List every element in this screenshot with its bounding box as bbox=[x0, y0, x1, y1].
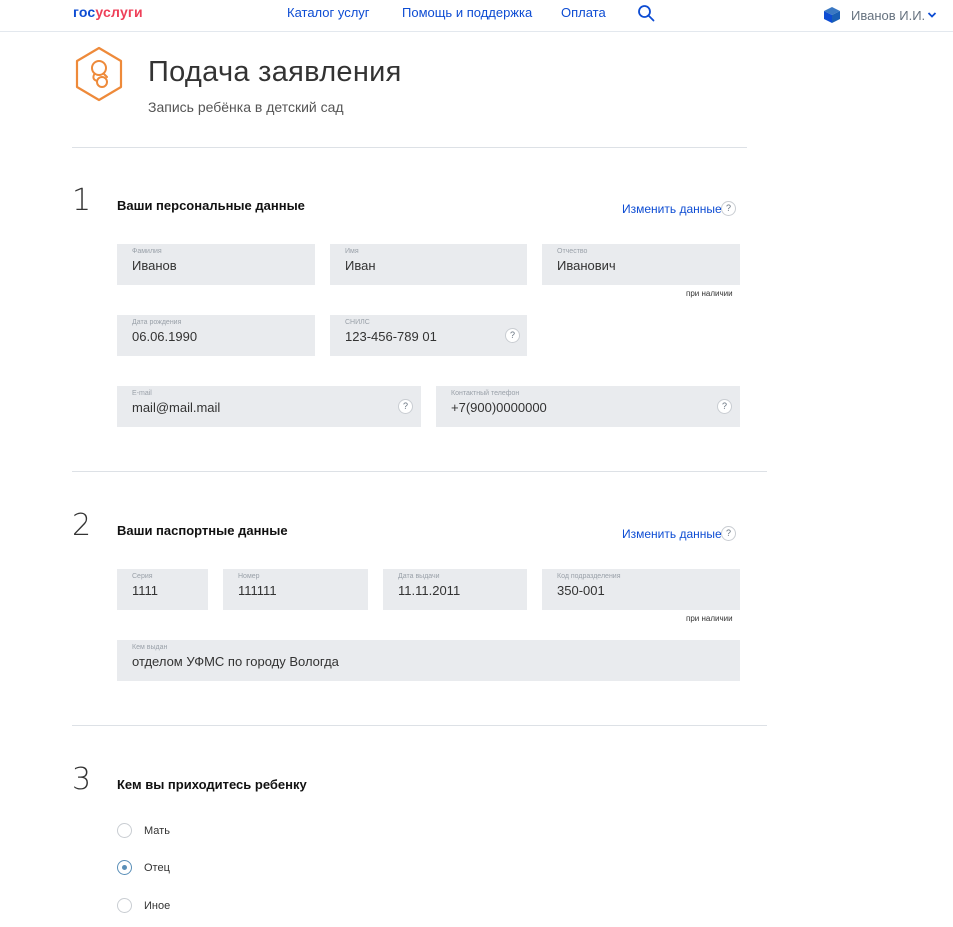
title-divider bbox=[72, 147, 747, 148]
patronymic-label: Отчество bbox=[557, 248, 588, 255]
logo-part-gos: гос bbox=[73, 4, 96, 20]
radio-option-mother[interactable]: Мать bbox=[117, 823, 170, 838]
patronymic-field[interactable]: Отчество Иванович bbox=[542, 244, 740, 285]
page-title: Подача заявления bbox=[148, 56, 402, 88]
radio-other-label: Иное bbox=[144, 899, 171, 912]
issued-by-field[interactable]: Кем выдан отделом УФМС по городу Вологда bbox=[117, 640, 740, 681]
radio-option-father[interactable]: Отец bbox=[117, 860, 170, 875]
last-name-label: Фамилия bbox=[132, 248, 162, 255]
radio-father[interactable] bbox=[117, 860, 132, 875]
snils-label: СНИЛС bbox=[345, 319, 370, 326]
issue-date-label: Дата выдачи bbox=[398, 573, 440, 580]
nav-catalog-link[interactable]: Каталог услуг bbox=[287, 5, 370, 20]
section-1-title: Ваши персональные данные bbox=[117, 198, 305, 213]
issue-date-field[interactable]: Дата выдачи 11.11.2011 bbox=[383, 569, 527, 610]
dept-code-value: 350-001 bbox=[557, 583, 605, 598]
passport-number-value: 111111 bbox=[238, 583, 277, 598]
email-help-icon[interactable]: ? bbox=[398, 399, 413, 414]
phone-help-icon[interactable]: ? bbox=[717, 399, 732, 414]
section-2-number: 2 bbox=[72, 508, 92, 543]
radio-option-other[interactable]: Иное bbox=[117, 898, 170, 913]
section-1-change-link[interactable]: Изменить данные bbox=[622, 202, 722, 216]
user-menu[interactable]: Иванов И.И. bbox=[823, 5, 937, 25]
birth-date-field[interactable]: Дата рождения 06.06.1990 bbox=[117, 315, 315, 356]
email-label: E-mail bbox=[132, 390, 152, 397]
birth-date-label: Дата рождения bbox=[132, 319, 182, 326]
phone-field[interactable]: Контактный телефон +7(900)0000000 ? bbox=[436, 386, 740, 427]
email-value: mail@mail.mail bbox=[132, 400, 221, 415]
issue-date-value: 11.11.2011 bbox=[398, 583, 461, 598]
passport-number-field[interactable]: Номер 111111 bbox=[223, 569, 368, 610]
last-name-field[interactable]: Фамилия Иванов bbox=[117, 244, 315, 285]
child-pacifier-icon bbox=[75, 46, 123, 102]
page-subtitle: Запись ребёнка в детский сад bbox=[148, 99, 344, 115]
radio-mother-label: Мать bbox=[144, 824, 170, 837]
section-2-change-link[interactable]: Изменить данные bbox=[622, 527, 722, 541]
phone-label: Контактный телефон bbox=[451, 390, 520, 397]
radio-mother[interactable] bbox=[117, 823, 132, 838]
patronymic-note: при наличии bbox=[686, 289, 733, 298]
passport-series-value: 1111 bbox=[132, 583, 159, 598]
issued-by-label: Кем выдан bbox=[132, 644, 168, 651]
dept-code-label: Код подразделения bbox=[557, 573, 621, 580]
section-2-help-icon[interactable]: ? bbox=[721, 526, 736, 541]
passport-series-label: Серия bbox=[132, 573, 153, 580]
first-name-value: Иван bbox=[345, 258, 376, 273]
snils-help-icon[interactable]: ? bbox=[505, 328, 520, 343]
email-field[interactable]: E-mail mail@mail.mail ? bbox=[117, 386, 421, 427]
section-1-help-icon[interactable]: ? bbox=[721, 201, 736, 216]
nav-payment-link[interactable]: Оплата bbox=[561, 5, 606, 20]
phone-value: +7(900)0000000 bbox=[451, 400, 547, 415]
snils-field[interactable]: СНИЛС 123-456-789 01 ? bbox=[330, 315, 527, 356]
section-1-divider bbox=[72, 471, 767, 472]
section-2-divider bbox=[72, 725, 767, 726]
issued-by-value: отделом УФМС по городу Вологда bbox=[132, 654, 339, 669]
logo-part-uslugi: услуги bbox=[95, 4, 143, 20]
section-1-number: 1 bbox=[72, 183, 92, 218]
birth-date-value: 06.06.1990 bbox=[132, 329, 198, 344]
dept-code-field[interactable]: Код подразделения 350-001 bbox=[542, 569, 740, 610]
nav-help-link[interactable]: Помощь и поддержка bbox=[402, 5, 532, 20]
search-icon[interactable] bbox=[637, 4, 655, 22]
radio-father-label: Отец bbox=[144, 861, 170, 874]
user-cube-icon bbox=[824, 7, 840, 23]
passport-series-field[interactable]: Серия 1111 bbox=[117, 569, 208, 610]
radio-other[interactable] bbox=[117, 898, 132, 913]
chevron-down-icon[interactable] bbox=[927, 10, 937, 20]
first-name-label: Имя bbox=[345, 248, 359, 255]
section-3-number: 3 bbox=[72, 762, 92, 797]
section-2-title: Ваши паспортные данные bbox=[117, 523, 288, 538]
snils-value: 123-456-789 01 bbox=[345, 329, 437, 344]
top-header: госуслуги Каталог услуг Помощь и поддерж… bbox=[0, 0, 953, 32]
patronymic-value: Иванович bbox=[557, 258, 616, 273]
user-name: Иванов И.И. bbox=[851, 7, 926, 23]
gosuslugi-logo[interactable]: госуслуги bbox=[73, 4, 143, 20]
last-name-value: Иванов bbox=[132, 258, 177, 273]
dept-code-note: при наличии bbox=[686, 614, 733, 623]
section-3-title: Кем вы приходитесь ребенку bbox=[117, 777, 307, 792]
first-name-field[interactable]: Имя Иван bbox=[330, 244, 527, 285]
passport-number-label: Номер bbox=[238, 573, 260, 580]
